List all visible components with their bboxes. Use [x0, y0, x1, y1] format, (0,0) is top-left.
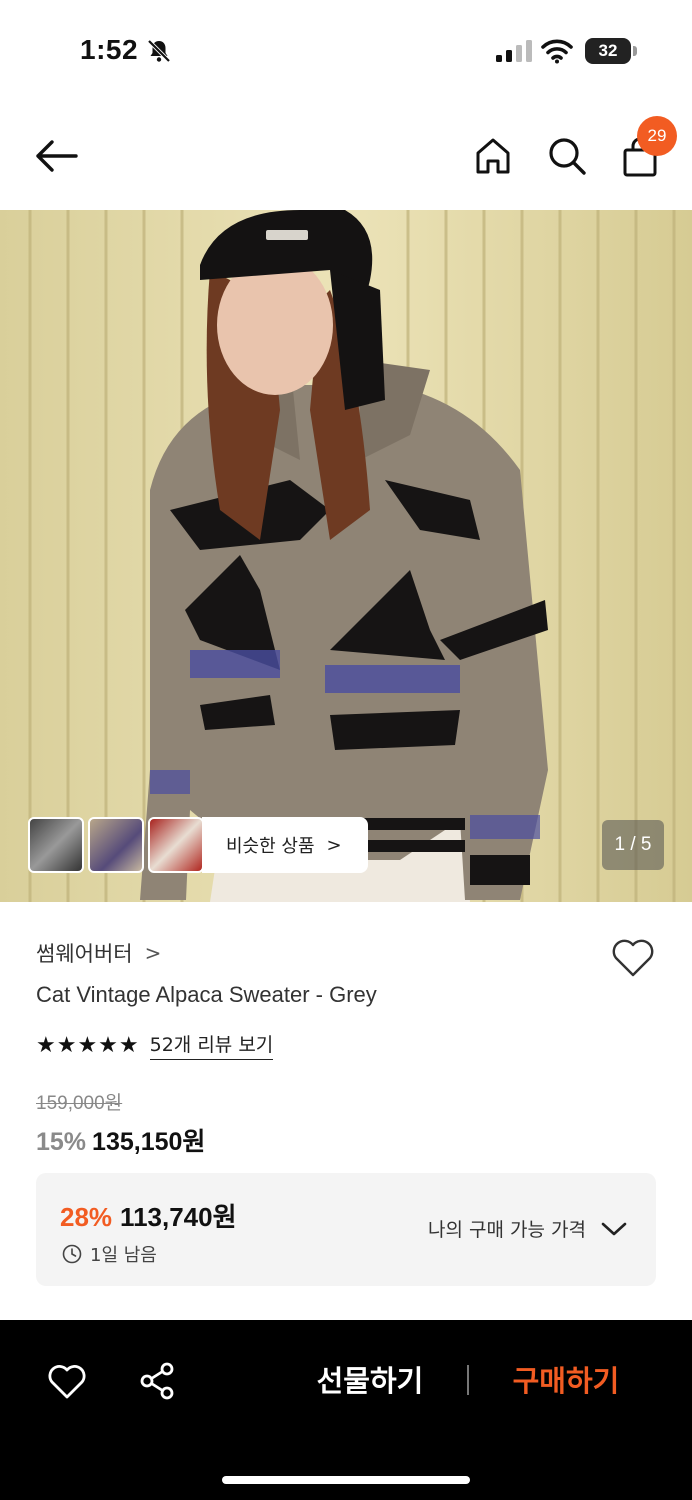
- time-left: 1일 남음: [62, 1241, 157, 1267]
- chevron-down-icon: [601, 1222, 627, 1235]
- original-price: 159,000원: [36, 1093, 123, 1114]
- bell-muted-icon: [147, 39, 171, 63]
- similar-thumb[interactable]: [148, 817, 204, 873]
- chevron-right-icon: >: [326, 834, 342, 856]
- gift-button[interactable]: 선물하기: [280, 1358, 460, 1400]
- my-price-dropdown[interactable]: 나의 구매 가능 가격: [428, 1215, 628, 1242]
- wishlist-heart-icon[interactable]: [611, 938, 655, 978]
- share-icon[interactable]: [139, 1362, 175, 1400]
- similar-products-label: 비슷한 상품: [226, 836, 315, 857]
- heart-icon[interactable]: [48, 1364, 86, 1400]
- my-price-label: 나의 구매 가능 가격: [428, 1219, 586, 1241]
- sale-price: 135,150원: [92, 1128, 206, 1156]
- product-photo: [0, 210, 692, 902]
- similar-products-strip[interactable]: 비슷한 상품 >: [28, 817, 368, 873]
- time-left-text: 1일 남음: [90, 1245, 157, 1266]
- similar-products-button[interactable]: 비슷한 상품 >: [202, 817, 368, 873]
- status-time: 1:52: [80, 34, 139, 65]
- battery-indicator: 32: [585, 38, 637, 64]
- brand-name: 썸웨어버터: [36, 942, 133, 966]
- bottom-action-bar: 선물하기 구매하기: [0, 1320, 692, 1500]
- cart-count-badge: 29: [637, 116, 677, 156]
- back-arrow-icon[interactable]: [32, 136, 80, 176]
- clock-icon: [62, 1244, 82, 1264]
- battery-level: 32: [585, 38, 631, 64]
- sale-price-row: 15% 135,150원: [36, 1122, 205, 1158]
- battery-tip: [633, 46, 637, 56]
- discount-percent: 15%: [36, 1128, 87, 1156]
- top-nav: [0, 100, 692, 210]
- chevron-right-icon: >: [144, 941, 162, 965]
- home-indicator[interactable]: [222, 1476, 470, 1484]
- product-title: Cat Vintage Alpaca Sweater - Grey: [36, 982, 377, 1007]
- similar-thumb[interactable]: [28, 817, 84, 873]
- similar-thumb[interactable]: [88, 817, 144, 873]
- review-link[interactable]: 52개 리뷰 보기: [149, 1030, 274, 1060]
- best-price-box[interactable]: 28% 113,740원 1일 남음 나의 구매 가능 가격: [36, 1173, 656, 1286]
- product-image-gallery[interactable]: [0, 210, 692, 902]
- rating-row: ★★★★★ 52개 리뷰 보기: [36, 1030, 274, 1060]
- best-price: 113,740원: [120, 1202, 237, 1232]
- home-icon[interactable]: [474, 136, 512, 176]
- best-price-row: 28% 113,740원: [60, 1197, 237, 1234]
- buy-button[interactable]: 구매하기: [476, 1358, 656, 1400]
- status-bar: 1:52 32: [0, 0, 692, 100]
- divider: [467, 1365, 469, 1395]
- wifi-icon: [541, 39, 573, 64]
- image-counter: 1 / 5: [602, 820, 664, 870]
- search-icon[interactable]: [547, 136, 587, 176]
- cellular-signal-icon: [496, 40, 532, 62]
- star-rating: ★★★★★: [36, 1032, 140, 1058]
- brand-link[interactable]: 썸웨어버터 >: [36, 938, 161, 968]
- best-discount-percent: 28%: [60, 1202, 113, 1232]
